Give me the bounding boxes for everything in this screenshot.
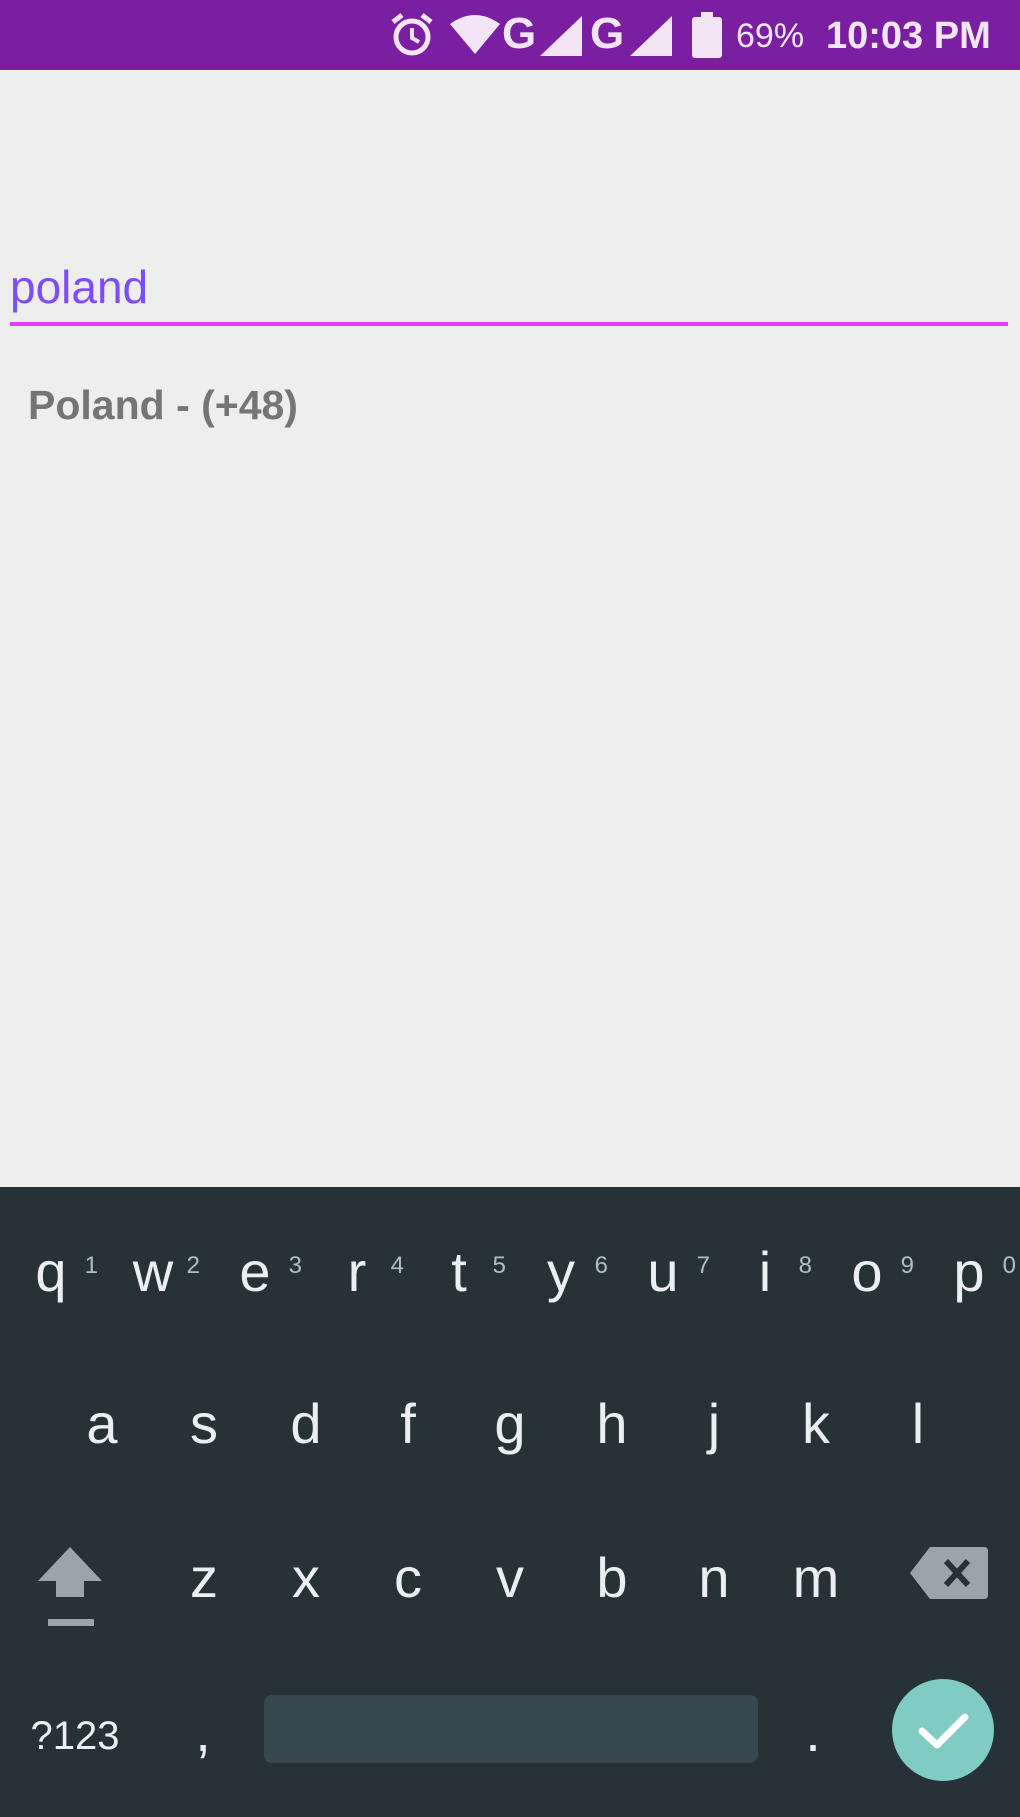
key-hint: 9 — [900, 1252, 914, 1279]
key-n[interactable]: n — [663, 1523, 765, 1633]
key-w[interactable]: w2 — [102, 1217, 204, 1327]
key-l[interactable]: l — [867, 1369, 969, 1479]
key-label: q — [35, 1240, 67, 1303]
space-key[interactable] — [264, 1695, 758, 1763]
key-c[interactable]: c — [357, 1523, 459, 1633]
key-hint: 8 — [798, 1252, 812, 1279]
key-s[interactable]: s — [153, 1369, 255, 1479]
clock: 10:03 PM — [826, 15, 991, 57]
comma-key[interactable]: , — [168, 1692, 238, 1772]
key-k[interactable]: k — [765, 1369, 867, 1479]
search-input[interactable] — [10, 252, 1008, 326]
key-e[interactable]: e3 — [204, 1217, 306, 1327]
shift-key[interactable] — [30, 1539, 110, 1635]
key-y[interactable]: y6 — [510, 1217, 612, 1327]
signal-icon-2 — [630, 16, 672, 56]
shift-icon — [30, 1547, 110, 1639]
list-item[interactable]: Poland - (+48) — [28, 370, 988, 440]
key-label: i — [758, 1240, 772, 1303]
key-v[interactable]: v — [459, 1523, 561, 1633]
key-label: r — [347, 1240, 367, 1303]
signal-icon — [540, 16, 582, 56]
key-label: p — [953, 1240, 985, 1303]
key-hint: 3 — [288, 1252, 302, 1279]
network-type-label-2: G — [590, 9, 625, 58]
backspace-icon — [908, 1547, 990, 1607]
screen: G G 69% 10:03 PM Poland - (+48) q1 w2 e3… — [0, 0, 1020, 1817]
main-content: Poland - (+48) — [0, 70, 1020, 1187]
status-bar: G G 69% 10:03 PM — [0, 0, 1020, 70]
key-hint: 2 — [186, 1252, 200, 1279]
key-p[interactable]: p0 — [918, 1217, 1020, 1327]
key-a[interactable]: a — [51, 1369, 153, 1479]
key-i[interactable]: i8 — [714, 1217, 816, 1327]
key-label: w — [132, 1240, 174, 1303]
key-hint: 6 — [594, 1252, 608, 1279]
key-hint: 5 — [492, 1252, 506, 1279]
check-icon — [892, 1713, 994, 1785]
key-label: u — [647, 1240, 679, 1303]
key-j[interactable]: j — [663, 1369, 765, 1479]
key-u[interactable]: u7 — [612, 1217, 714, 1327]
key-g[interactable]: g — [459, 1369, 561, 1479]
key-hint: 1 — [84, 1252, 98, 1279]
wifi-icon — [450, 14, 500, 54]
key-t[interactable]: t5 — [408, 1217, 510, 1327]
key-q[interactable]: q1 — [0, 1217, 102, 1327]
key-d[interactable]: d — [255, 1369, 357, 1479]
key-label: y — [547, 1240, 575, 1303]
delete-key[interactable] — [908, 1543, 990, 1603]
soft-keyboard: q1 w2 e3 r4 t5 y6 u7 i8 o9 p0 a s d f g … — [0, 1187, 1020, 1817]
key-hint: 7 — [696, 1252, 710, 1279]
battery-icon — [692, 12, 722, 58]
key-label: t — [451, 1240, 467, 1303]
key-z[interactable]: z — [153, 1523, 255, 1633]
key-h[interactable]: h — [561, 1369, 663, 1479]
period-key[interactable]: . — [778, 1692, 848, 1772]
key-label: o — [851, 1240, 883, 1303]
key-x[interactable]: x — [255, 1523, 357, 1633]
battery-percent: 69% — [736, 17, 805, 55]
key-b[interactable]: b — [561, 1523, 663, 1633]
key-hint: 4 — [390, 1252, 404, 1279]
done-key[interactable] — [892, 1679, 994, 1781]
network-type-label: G — [502, 9, 537, 58]
key-hint: 0 — [1002, 1252, 1016, 1279]
key-label: e — [239, 1240, 271, 1303]
key-r[interactable]: r4 — [306, 1217, 408, 1327]
symbols-key[interactable]: ?123 — [20, 1701, 130, 1771]
alarm-icon — [388, 12, 436, 58]
key-o[interactable]: o9 — [816, 1217, 918, 1327]
key-m[interactable]: m — [765, 1523, 867, 1633]
key-f[interactable]: f — [357, 1369, 459, 1479]
